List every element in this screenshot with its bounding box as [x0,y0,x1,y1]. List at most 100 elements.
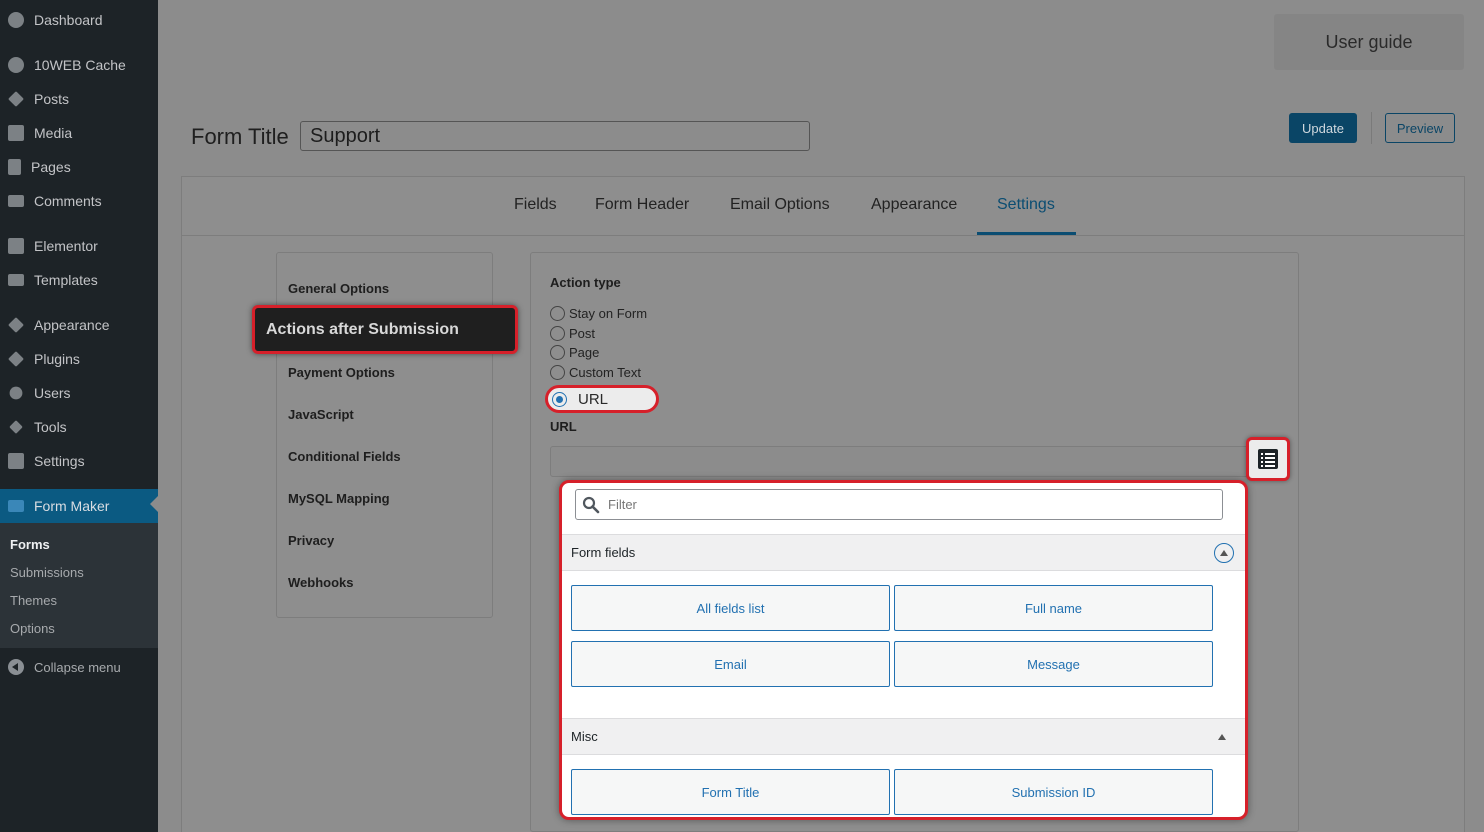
collapse-menu-button[interactable]: Collapse menu [0,655,121,679]
action-type-label: Action type [550,275,621,290]
sidebar-item-label: Templates [34,272,98,288]
submenu-submissions[interactable]: Submissions [10,565,84,580]
sidebar-item-posts[interactable]: Posts [0,84,158,114]
media-icon [8,125,24,141]
update-button[interactable]: Update [1289,113,1357,143]
radio-label: Page [569,345,600,360]
tab-form-header[interactable]: Form Header [595,196,689,214]
field-button-message[interactable]: Message [894,641,1213,687]
settings-menu-javascript[interactable]: JavaScript [288,407,354,422]
user-icon [9,386,23,400]
comments-icon [8,195,24,207]
chevron-up-icon[interactable] [1218,734,1226,740]
tab-fields[interactable]: Fields [514,196,557,214]
sidebar-item-tools[interactable]: Tools [0,412,158,442]
radio-label: Post [569,326,596,341]
collapse-menu-label: Collapse menu [34,659,121,675]
settings-menu-general-options[interactable]: General Options [288,281,389,296]
settings-menu-actions-after-submission[interactable]: Actions after Submission [252,305,518,354]
sidebar-item-label: Posts [34,91,70,107]
field-button-all-fields-list[interactable]: All fields list [571,585,890,631]
sidebar-item-dashboard[interactable]: Dashboard [0,5,158,35]
sidebar-item-label: Comments [34,193,102,209]
section-header-misc[interactable]: Misc [562,718,1245,755]
sidebar-item-settings[interactable]: Settings [0,446,158,476]
radio-button[interactable] [550,326,565,341]
radio-stay-on-form[interactable]: Stay on Form [550,306,647,321]
sidebar-item-templates[interactable]: Templates [0,265,158,295]
url-label: URL [550,419,577,434]
collapse-toggle-icon[interactable] [1214,543,1234,563]
pages-icon [8,159,21,175]
section-title: Misc [571,729,598,744]
brush-icon [8,317,24,333]
url-input[interactable] [550,446,1250,477]
list-icon [1258,449,1278,469]
form-title-input[interactable]: Support [300,121,810,151]
sidebar-item-appearance[interactable]: Appearance [0,310,158,340]
radio-page[interactable]: Page [550,345,599,360]
collapse-icon [8,659,24,675]
radio-button[interactable] [550,365,565,380]
submenu-themes[interactable]: Themes [10,593,57,608]
tab-email-options[interactable]: Email Options [730,196,830,214]
radio-label: URL [578,390,609,408]
submenu-forms[interactable]: Forms [10,537,50,552]
sidebar-item-label: Form Maker [34,498,110,514]
tab-appearance[interactable]: Appearance [871,196,957,214]
settings-menu-privacy[interactable]: Privacy [288,533,334,548]
sidebar-item-users[interactable]: Users [0,378,158,408]
sidebar-item-10web-cache[interactable]: 10WEB Cache [0,50,158,80]
settings-menu-webhooks[interactable]: Webhooks [288,575,354,590]
field-button-submission-id[interactable]: Submission ID [894,769,1213,815]
settings-menu-payment-options[interactable]: Payment Options [288,365,395,380]
insert-placeholder-button[interactable] [1246,437,1290,481]
radio-button[interactable] [550,345,565,360]
tab-settings[interactable]: Settings [997,196,1055,214]
section-header-form-fields[interactable]: Form fields [562,534,1245,571]
search-icon [582,496,600,513]
form-title-label: Form Title [191,124,289,149]
sidebar-item-label: Settings [34,453,85,469]
sidebar-item-media[interactable]: Media [0,118,158,148]
field-button-full-name[interactable]: Full name [894,585,1213,631]
settings-menu-conditional-fields[interactable]: Conditional Fields [288,449,401,464]
radio-post[interactable]: Post [550,326,595,341]
form-maker-icon [8,500,24,512]
placeholder-popup: Filter Form fields All fields list Full … [559,480,1248,820]
elementor-icon [8,238,24,254]
sidebar-item-form-maker[interactable]: Form Maker [0,489,158,523]
plugin-icon [8,351,24,367]
radio-button[interactable] [550,306,565,321]
sidebar-item-label: Appearance [34,317,110,333]
sidebar-item-label: Users [34,385,71,401]
pin-icon [8,91,24,107]
field-button-email[interactable]: Email [571,641,890,687]
sidebar-item-label: 10WEB Cache [34,57,126,73]
radio-url[interactable]: URL [545,385,659,413]
sidebar-item-label: Tools [34,419,67,435]
sidebar-item-comments[interactable]: Comments [0,186,158,216]
radio-label: Custom Text [569,365,642,380]
cache-icon [8,57,24,73]
radio-button-selected[interactable] [552,391,567,407]
radio-label: Stay on Form [569,306,648,321]
active-tab-indicator [977,232,1076,235]
field-button-form-title[interactable]: Form Title [571,769,890,815]
sidebar-item-plugins[interactable]: Plugins [0,344,158,374]
folder-icon [8,274,24,286]
preview-button[interactable]: Preview [1385,113,1455,143]
filter-placeholder: Filter [608,497,637,512]
settings-menu-mysql-mapping[interactable]: MySQL Mapping [288,491,390,506]
submenu-options[interactable]: Options [10,621,55,636]
sidebar-item-elementor[interactable]: Elementor [0,231,158,261]
sidebar-item-label: Pages [31,159,71,175]
dashboard-icon [8,12,24,28]
radio-custom-text[interactable]: Custom Text [550,365,641,380]
filter-input[interactable]: Filter [575,489,1223,520]
sidebar-item-label: Dashboard [34,12,103,28]
header-divider [1371,112,1372,144]
user-guide-button[interactable]: User guide [1274,14,1464,70]
settings-icon [8,453,24,469]
sidebar-item-pages[interactable]: Pages [0,152,158,182]
